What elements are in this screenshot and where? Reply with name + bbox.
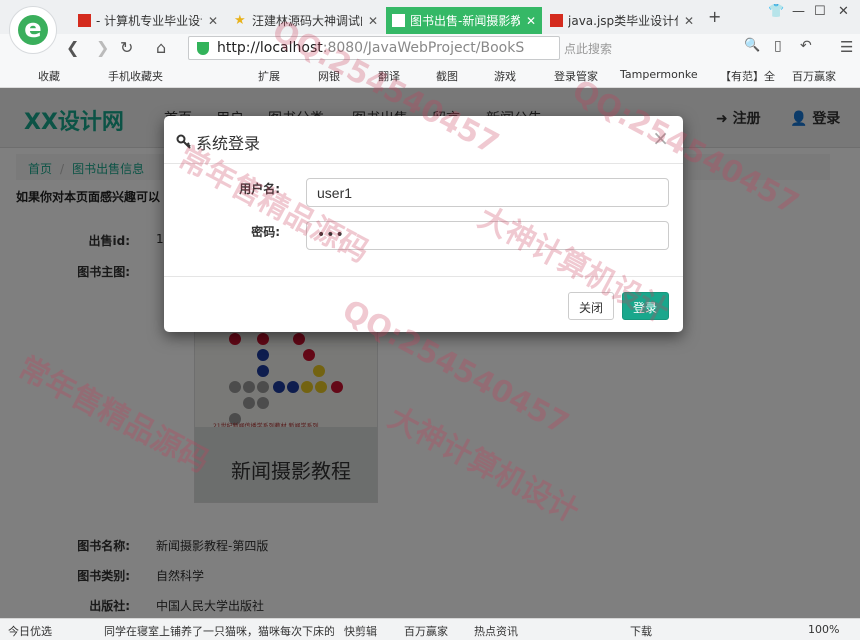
address-bar-row: ❮ ❯ ↻ ⌂ http://localhost:8080/JavaWebPro… (0, 34, 860, 62)
home-icon[interactable]: ⌂ (156, 38, 166, 57)
star-icon: ★ (234, 13, 246, 28)
search-icon[interactable]: 🔍 (744, 38, 760, 53)
undo-icon[interactable]: ↶ (800, 38, 812, 54)
username-input[interactable] (306, 178, 669, 207)
status-news-ticker[interactable]: 同学在寝室上铺养了一只猫咪，猫咪每次下床的时 (104, 623, 334, 639)
skin-icon[interactable]: 👕 (768, 4, 784, 19)
tab-favicon-icon (78, 14, 91, 27)
tab-favicon-icon (550, 14, 563, 27)
bookmark-bank[interactable]: 网银 (318, 68, 340, 84)
forward-icon[interactable]: ❯ (96, 38, 109, 57)
back-icon[interactable]: ❮ (66, 38, 79, 57)
key-icon (176, 134, 191, 149)
browser-e-icon: e (18, 15, 48, 45)
bookmark-youfan[interactable]: 【有范】全 (720, 68, 775, 84)
tab-close-icon[interactable]: ✕ (208, 14, 218, 28)
login-modal: 系统登录 × 用户名: 密码: ••• 关闭 登录 (164, 116, 683, 332)
modal-footer: 关闭 登录 (164, 276, 683, 332)
status-zoom[interactable]: 100% (808, 623, 839, 636)
minimize-icon[interactable]: — (792, 4, 805, 19)
tab-title: - 计算机专业毕业设计 (96, 14, 202, 28)
password-label: 密码: (251, 225, 280, 239)
browser-logo: e (9, 6, 57, 54)
browser-tab-4[interactable]: java.jsp类毕业设计代 ✕ (544, 7, 700, 34)
maximize-icon[interactable]: ☐ (814, 4, 826, 19)
url-host: http://localhost (217, 40, 323, 56)
status-hot-news[interactable]: 热点资讯 (474, 623, 518, 639)
status-million[interactable]: 百万赢家 (404, 623, 448, 639)
tab-title: java.jsp类毕业设计代 (568, 14, 678, 28)
tab-strip: - 计算机专业毕业设计 ✕ ★ 汪建林源码大神调试的 ✕ 图书出售-新闻摄影教程… (0, 0, 860, 34)
tab-close-icon[interactable]: ✕ (368, 14, 378, 28)
secure-shield-icon (197, 41, 209, 55)
modal-close-icon[interactable]: × (652, 126, 669, 150)
bookmark-login-manager[interactable]: 登录管家 (554, 68, 598, 84)
tab-title: 汪建林源码大神调试的 (252, 14, 362, 28)
login-button[interactable]: 登录 (622, 292, 669, 320)
modal-header: 系统登录 × (164, 116, 683, 164)
bookmark-million[interactable]: 百万赢家 (792, 68, 836, 84)
new-tab-button[interactable]: + (708, 7, 721, 26)
status-download[interactable]: 下载 (630, 623, 652, 639)
tab-close-icon[interactable]: ✕ (684, 14, 694, 28)
bookmark-tampermonkey[interactable]: Tampermonke (620, 68, 698, 81)
browser-tab-1[interactable]: - 计算机专业毕业设计 ✕ (72, 7, 224, 34)
status-kuaijianji[interactable]: 快剪辑 (344, 623, 377, 639)
bookmark-mobile[interactable]: 手机收藏夹 (108, 68, 163, 84)
tab-favicon-icon (392, 14, 405, 27)
bookmark-screenshot[interactable]: 截图 (436, 68, 458, 84)
browser-tab-2[interactable]: ★ 汪建林源码大神调试的 ✕ (228, 7, 384, 34)
password-input[interactable]: ••• (306, 221, 669, 250)
tab-close-icon[interactable]: ✕ (526, 14, 536, 28)
reload-icon[interactable]: ↻ (120, 38, 133, 57)
window-close-icon[interactable]: ✕ (838, 4, 849, 19)
modal-title: 系统登录 (196, 134, 261, 153)
browser-tab-active[interactable]: 图书出售-新闻摄影教程 ✕ (386, 7, 542, 34)
search-input[interactable]: 点此搜索 (564, 40, 612, 57)
phone-icon[interactable]: ▯ (774, 38, 782, 54)
menu-icon[interactable]: ☰ (840, 38, 853, 56)
url-path: :8080/JavaWebProject/BookS (322, 40, 525, 56)
bookmark-extensions[interactable]: 扩展 (258, 68, 280, 84)
status-daily-picks[interactable]: 今日优选 (8, 623, 52, 639)
status-bar: 今日优选 同学在寝室上铺养了一只猫咪，猫咪每次下床的时 快剪辑 百万赢家 热点资… (0, 618, 860, 640)
bookmark-favorites[interactable]: 收藏 (38, 68, 60, 84)
tab-title: 图书出售-新闻摄影教程 (410, 14, 520, 28)
close-button[interactable]: 关闭 (568, 292, 615, 320)
bookmark-translate[interactable]: 翻译 (378, 68, 400, 84)
bookmark-games[interactable]: 游戏 (494, 68, 516, 84)
bookmarks-bar: 收藏 手机收藏夹 扩展 网银 翻译 截图 游戏 登录管家 Tampermonke… (0, 62, 860, 88)
url-field[interactable]: http://localhost:8080/JavaWebProject/Boo… (188, 36, 560, 60)
username-label: 用户名: (239, 182, 280, 196)
